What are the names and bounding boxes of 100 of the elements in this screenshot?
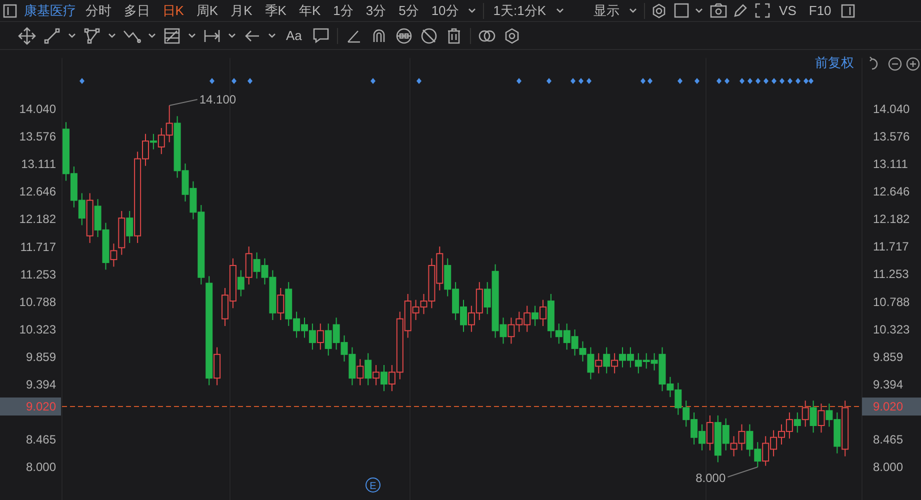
period-tab[interactable]: 日K [159,0,187,20]
candlestick [532,305,539,326]
current-price-label: 9.020 [873,400,904,414]
candlestick [150,133,157,150]
line-tool-icon[interactable] [43,26,61,44]
period-tab[interactable]: 周K [193,0,222,20]
candlestick [372,364,380,386]
period-tab[interactable]: 1分 [330,0,356,20]
period-tab[interactable]: 3分 [362,0,390,20]
caret-icon[interactable] [556,7,564,14]
candlestick [595,352,602,374]
candlestick [540,299,546,326]
settings-icon[interactable] [651,2,668,18]
price-axis-label: 13.111 [21,157,56,172]
price-axis-label: 9.394 [873,377,904,392]
price-axis-label: 11.253 [873,267,909,282]
period-tab[interactable]: 多日 [120,0,153,20]
caret-icon[interactable] [108,32,116,39]
leader-line [727,466,758,478]
leader-line [168,98,198,106]
period-tab[interactable]: 10分 [428,0,462,20]
caret-icon[interactable] [468,7,476,14]
current-price-tag [0,398,61,416]
price-axis-label: 14.040 [873,102,910,116]
candlestick [794,412,801,434]
price-axis-label: 8.465 [26,432,56,447]
fullscreen-icon[interactable] [754,3,770,18]
price-axis-label: 10.323 [19,322,56,336]
caret-icon[interactable] [68,32,76,39]
move-icon[interactable] [18,26,36,44]
text-tool[interactable]: Aa [283,26,305,46]
hide-icon[interactable] [420,26,438,44]
caret-icon[interactable] [228,32,236,39]
current-price-label: 9.020 [26,400,56,414]
adjust-mode-link[interactable]: 前复权 [815,55,854,70]
candlestick [380,364,388,392]
caret-icon[interactable] [148,32,156,39]
period-tab[interactable]: 分时 [82,0,114,20]
price-axis-label: 12.182 [19,212,56,226]
compare-button[interactable]: VS [776,0,800,20]
price-axis-label: 11.717 [873,240,909,254]
candlestick [126,210,134,244]
price-axis-label: 10.323 [873,322,910,336]
candlestick [214,346,221,386]
low-price-label: 8.000 [696,471,726,485]
pencil-icon[interactable] [733,3,748,18]
candlestick [110,243,118,268]
price-axis-label: 10.788 [873,294,910,309]
zoom-in-icon[interactable] [906,57,920,71]
high-price-label: 14.100 [199,92,236,106]
price-axis-label: 13.576 [19,130,56,144]
settings-icon[interactable] [502,26,521,44]
price-axis-label: 8.000 [26,460,56,474]
candlestick [316,323,324,350]
candlestick [237,270,244,297]
price-axis-label: 11.717 [20,240,56,254]
candlestick [245,246,252,285]
link-lines-icon[interactable] [394,26,413,44]
panel-toggle-icon[interactable] [840,4,855,18]
caret-icon[interactable] [188,32,196,39]
candlestick [364,352,372,386]
price-axis-label: 9.394 [26,378,56,392]
stock-name[interactable]: 康基医疗 [24,0,76,20]
period-tab[interactable]: 季K [262,0,290,20]
reset-icon[interactable] [869,56,878,70]
period-tab[interactable]: 月K [228,0,256,20]
price-axis-label: 12.646 [19,184,56,199]
price-axis-label: 8.465 [873,432,904,446]
caret-icon[interactable] [695,7,704,14]
event-marker-circle [366,478,380,492]
current-price-tag [862,398,921,416]
camera-icon[interactable] [710,3,727,18]
caret-icon[interactable] [268,32,276,39]
zoom-out-icon[interactable] [888,57,902,71]
fibonacci-tool-icon[interactable] [163,26,181,44]
caret-icon[interactable] [629,7,638,14]
candlestick [603,346,610,374]
candlestick [802,400,809,428]
price-axis-label: 12.646 [873,184,910,199]
f10-button[interactable]: F10 [806,0,834,20]
square-icon[interactable] [674,3,689,18]
candlestick [277,288,284,321]
price-axis-label: 13.576 [873,130,910,144]
event-marker-label: E [370,481,376,492]
candlestick [611,352,618,374]
polygon-tool-icon[interactable] [83,26,101,44]
price-axis-label: 9.859 [873,350,904,364]
interval-menu[interactable]: 1天:1分K [490,0,550,20]
candlestick [810,400,817,434]
candlestick [818,403,825,434]
price-axis-label: 10.788 [19,294,56,309]
display-menu[interactable]: 显示 [590,0,623,20]
comment-icon[interactable] [312,26,330,44]
period-tab[interactable]: 5分 [396,0,422,20]
price-axis-label: 13.111 [873,157,908,172]
period-tab[interactable]: 年K [296,0,324,20]
price-axis-label: 14.040 [19,102,56,116]
price-axis-label: 9.859 [26,350,56,364]
sidebar-toggle-icon[interactable] [3,4,18,18]
price-axis-label: 8.000 [873,460,904,474]
